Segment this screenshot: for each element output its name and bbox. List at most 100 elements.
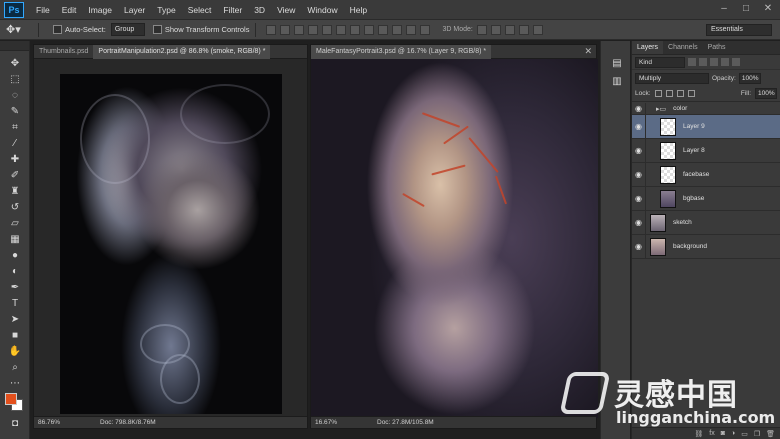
transform-controls-checkbox[interactable]	[152, 25, 162, 34]
align-bottom-icon[interactable]	[294, 24, 305, 35]
menu-type[interactable]: Type	[151, 0, 181, 20]
layer-row-background[interactable]: ◉ background	[632, 235, 780, 259]
align-middle-icon[interactable]	[280, 24, 291, 35]
dodge-tool-icon[interactable]: ◐	[7, 265, 23, 279]
folder-icon[interactable]: ▭	[741, 430, 748, 438]
lock-transparent-icon[interactable]	[654, 90, 662, 97]
distribute-middle-icon[interactable]	[364, 24, 375, 35]
fill-field[interactable]: 100%	[755, 88, 777, 99]
more-tools-icon[interactable]: ⋯	[7, 377, 23, 391]
align-left-icon[interactable]	[308, 24, 319, 35]
hand-tool-icon[interactable]: ✋	[7, 345, 23, 359]
blur-tool-icon[interactable]: ●	[7, 249, 23, 263]
new-layer-icon[interactable]: ❐	[754, 430, 760, 438]
tools-panel-header[interactable]	[0, 41, 29, 51]
menu-image[interactable]: Image	[82, 0, 118, 20]
link-icon[interactable]: ⛓	[694, 430, 703, 438]
visibility-eye-icon[interactable]: ◉	[632, 163, 646, 186]
menu-view[interactable]: View	[271, 0, 301, 20]
menu-layer[interactable]: Layer	[118, 0, 151, 20]
lock-position-icon[interactable]	[676, 90, 684, 97]
visibility-eye-icon[interactable]: ◉	[632, 139, 646, 162]
kind-filter-dropdown[interactable]: Kind	[635, 56, 685, 68]
visibility-eye-icon[interactable]: ◉	[632, 211, 646, 234]
menu-help[interactable]: Help	[344, 0, 373, 20]
layer-row-bgbase[interactable]: ◉ bgbase	[632, 187, 780, 211]
layer-row-sketch[interactable]: ◉ sketch	[632, 211, 780, 235]
close-document-icon[interactable]: ✕	[584, 46, 592, 57]
distribute-top-icon[interactable]	[350, 24, 361, 35]
type-filter-icon[interactable]	[710, 58, 718, 66]
fx-icon[interactable]: fx	[709, 430, 714, 437]
foreground-color-swatch[interactable]	[5, 393, 17, 405]
menu-select[interactable]: Select	[182, 0, 218, 20]
distribute-center-icon[interactable]	[406, 24, 417, 35]
lock-all-icon[interactable]	[687, 90, 695, 97]
layer-row-color-group[interactable]: ◉ ▸▭ color	[632, 103, 780, 115]
pen-tool-icon[interactable]: ✒	[7, 281, 23, 295]
brush-tool-icon[interactable]: ✐	[7, 169, 23, 183]
quick-mask-icon[interactable]: ◘	[7, 417, 23, 431]
trash-icon[interactable]: 🗑	[766, 430, 775, 438]
clone-stamp-tool-icon[interactable]: ♜	[7, 185, 23, 199]
eraser-tool-icon[interactable]: ▱	[7, 217, 23, 231]
visibility-eye-icon[interactable]: ◉	[632, 115, 646, 138]
3d-pan-icon[interactable]	[504, 24, 515, 35]
mask-icon[interactable]: ◙	[721, 430, 725, 437]
3d-scale-icon[interactable]	[532, 24, 543, 35]
tab-paths[interactable]: Paths	[703, 41, 731, 54]
blend-mode-dropdown[interactable]: Multiply	[635, 72, 709, 84]
menu-filter[interactable]: Filter	[217, 0, 248, 20]
crop-tool-icon[interactable]: ⌗	[7, 121, 23, 135]
layer-row-facebase[interactable]: ◉ facebase	[632, 163, 780, 187]
adjustment-filter-icon[interactable]	[699, 58, 707, 66]
maximize-button[interactable]: □	[740, 3, 752, 15]
tab-male-fantasy-portrait[interactable]: MaleFantasyPortrait3.psd @ 16.7% (Layer …	[311, 44, 492, 59]
layer-row-layer-9[interactable]: ◉ Layer 9	[632, 115, 780, 139]
pixel-filter-icon[interactable]	[688, 58, 696, 66]
tab-layers[interactable]: Layers	[632, 41, 664, 54]
visibility-eye-icon[interactable]: ◉	[632, 187, 646, 210]
doc2-zoom-field[interactable]: 16.67%	[311, 419, 347, 426]
menu-3d[interactable]: 3D	[248, 0, 271, 20]
distribute-right-icon[interactable]	[420, 24, 431, 35]
distribute-left-icon[interactable]	[392, 24, 403, 35]
tab-channels[interactable]: Channels	[663, 41, 703, 54]
menu-edit[interactable]: Edit	[56, 0, 83, 20]
visibility-eye-icon[interactable]: ◉	[632, 103, 646, 114]
canvas-smoke-portrait[interactable]	[60, 74, 282, 414]
lasso-tool-icon[interactable]: ◌	[7, 89, 23, 103]
3d-slide-icon[interactable]	[518, 24, 529, 35]
workspace-dropdown[interactable]: Essentials	[706, 24, 772, 36]
history-panel-icon[interactable]: ▤	[609, 57, 625, 71]
lock-image-icon[interactable]	[665, 90, 673, 97]
move-tool-icon[interactable]: ✥▾	[6, 22, 32, 38]
history-brush-tool-icon[interactable]: ↺	[7, 201, 23, 215]
menu-file[interactable]: File	[30, 0, 56, 20]
menu-window[interactable]: Window	[301, 0, 343, 20]
tab-thumbnails[interactable]: Thumbnails.psd	[34, 45, 93, 59]
canvas-painted-portrait[interactable]	[311, 59, 598, 418]
align-top-icon[interactable]	[266, 24, 277, 35]
minimize-button[interactable]: –	[718, 3, 730, 15]
opacity-field[interactable]: 100%	[738, 72, 761, 84]
move-tool-icon[interactable]: ✥	[7, 57, 23, 71]
doc1-zoom-field[interactable]: 86.76%	[34, 419, 70, 426]
align-center-icon[interactable]	[322, 24, 333, 35]
type-tool-icon[interactable]: T	[7, 297, 23, 311]
tab-portrait-manipulation[interactable]: PortraitManipulation2.psd @ 86.8% (smoke…	[93, 44, 271, 59]
layer-row-layer-8[interactable]: ◉ Layer 8	[632, 139, 780, 163]
close-button[interactable]: ✕	[762, 3, 774, 15]
3d-rotate-icon[interactable]	[476, 24, 487, 35]
adjustment-icon[interactable]: ◑	[731, 430, 735, 437]
marquee-tool-icon[interactable]: ⬚	[7, 73, 23, 87]
visibility-eye-icon[interactable]: ◉	[632, 235, 646, 258]
properties-panel-icon[interactable]: ▥	[609, 75, 625, 89]
smart-object-filter-icon[interactable]	[732, 58, 740, 66]
align-right-icon[interactable]	[336, 24, 347, 35]
gradient-tool-icon[interactable]: ▦	[7, 233, 23, 247]
zoom-tool-icon[interactable]: ⌕	[7, 361, 23, 375]
quick-select-tool-icon[interactable]: ✎	[7, 105, 23, 119]
healing-brush-tool-icon[interactable]: ✚	[7, 153, 23, 167]
auto-select-checkbox[interactable]	[53, 25, 62, 34]
